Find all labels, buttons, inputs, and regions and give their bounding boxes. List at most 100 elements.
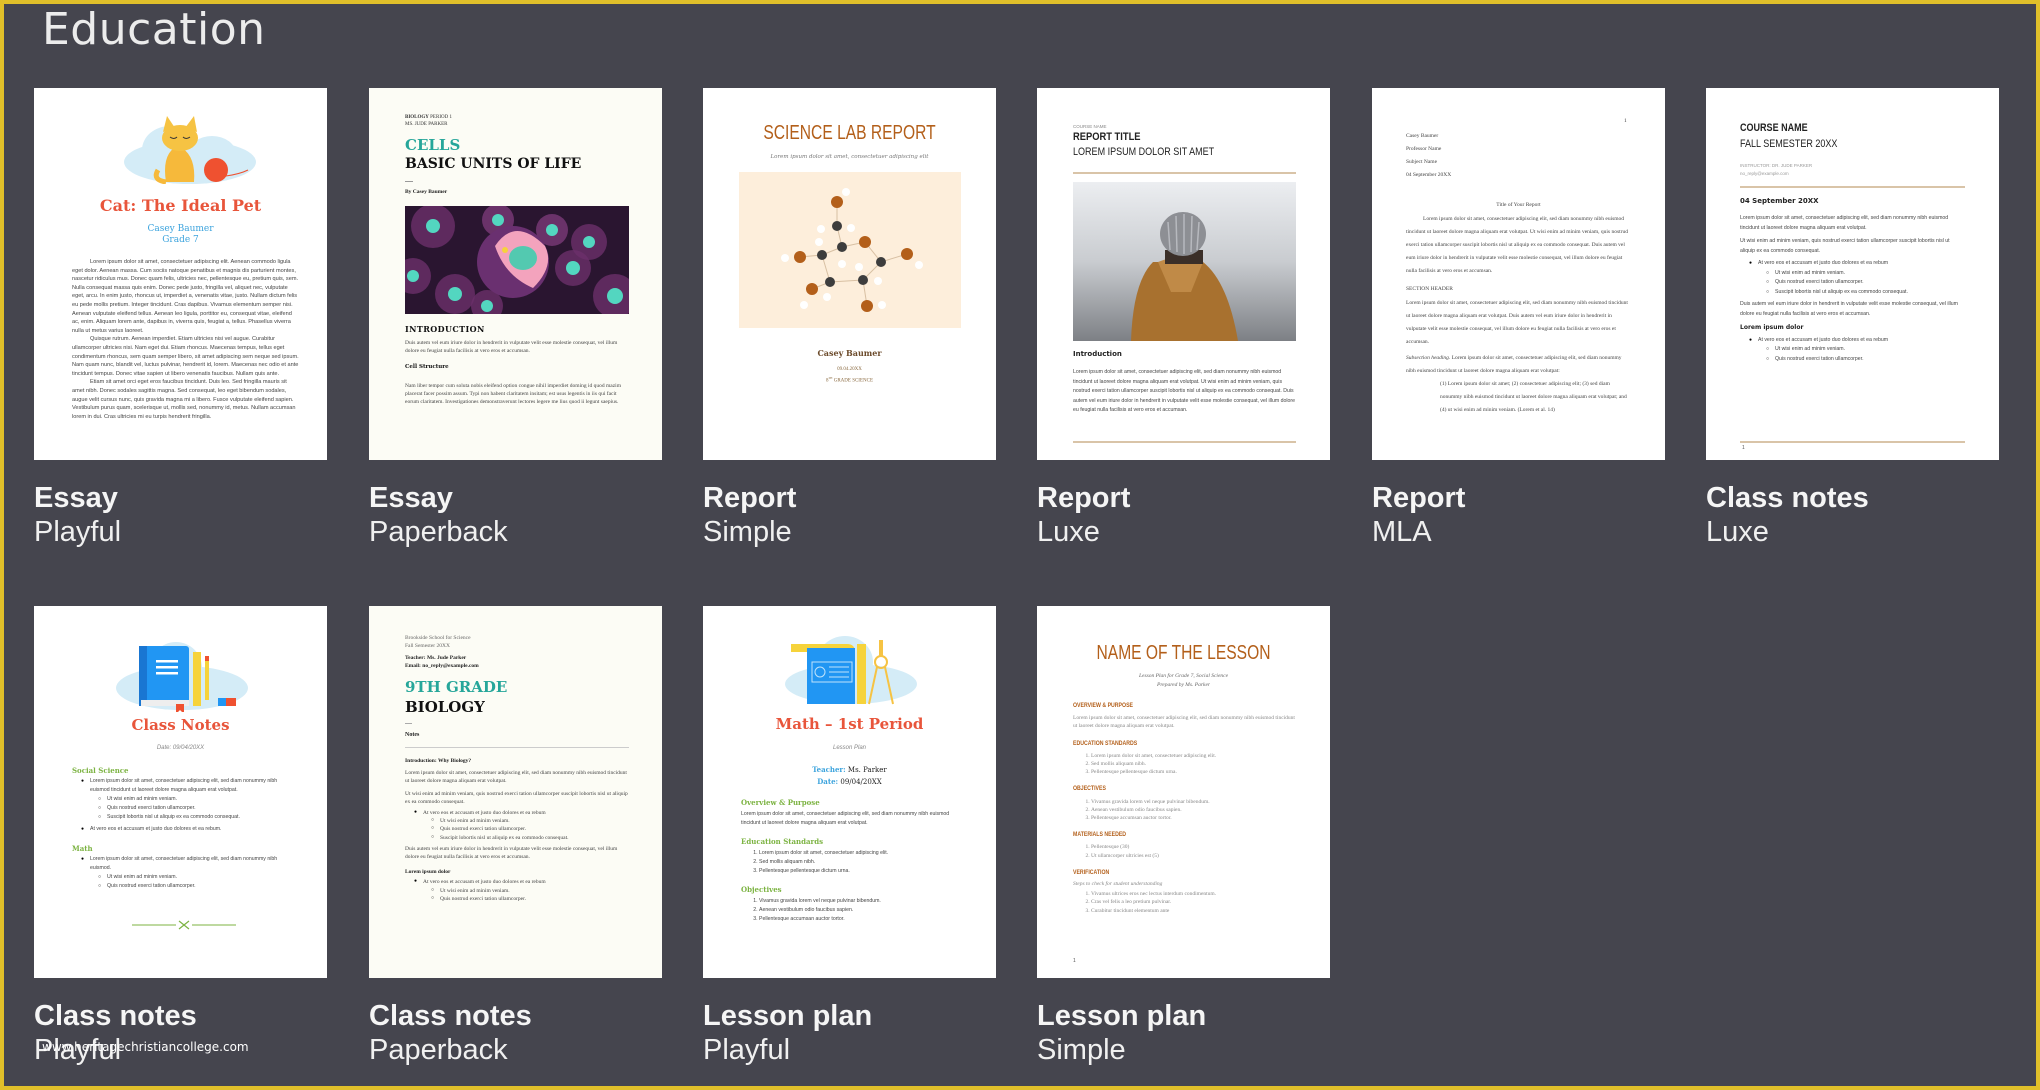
preview-heading: COURSE NAME [1740,122,1808,134]
template-subtitle: Simple [1037,1034,1126,1066]
preview-heading: Math – 1st Period [775,715,924,733]
template-card-class-notes-paperback[interactable]: Brookside School for Science Fall Semest… [369,606,662,1066]
molecule-illustration [739,172,961,328]
template-thumbnail[interactable]: COURSE NAME REPORT TITLE LOREM IPSUM DOL… [1037,88,1330,460]
page-number: 1 [1742,445,1745,451]
preview-heading-accent: 9TH GRADE [405,678,508,696]
divider [405,723,412,724]
template-card-lesson-plan-simple[interactable]: NAME OF THE LESSON Lesson Plan for Grade… [1037,606,1330,1066]
preview-grade: Grade 7 [162,235,199,245]
preview-date: Date: 09/04/20XX [156,745,205,751]
preview-body: Social Science Lorem ipsum dolor sit ame… [72,766,296,891]
preview-author: Casey Baumer [147,224,214,234]
divider [405,181,413,182]
preview-course: COURSE NAME [1073,124,1107,129]
template-thumbnail[interactable]: NAME OF THE LESSON Lesson Plan for Grade… [1037,606,1330,978]
preview-subheading: LOREM IPSUM DOLOR SIT AMET [1073,146,1215,158]
preview-date: Date: 09/04/20XX [817,777,882,786]
template-title: Lesson plan [703,1000,873,1032]
template-title: Class notes [34,1000,197,1032]
preview-class: 8TH GRADE SCIENCE [825,376,874,384]
template-subtitle: Simple [703,516,792,548]
math-illustration [783,632,919,706]
template-card-lesson-plan-playful[interactable]: Math – 1st Period Lesson Plan Teacher: M… [703,606,996,1066]
preview-body: Lorem ipsum dolor sit amet, consectetuer… [1740,214,1965,364]
cat-illustration [122,112,258,185]
watermark: www.heritagechristiancollege.com [42,1040,249,1054]
divider [405,747,629,748]
preview-text: Duis autem vel eum iriure dolor in hendr… [405,340,618,355]
preview-section: Introduction [1073,350,1122,358]
preview-tagline: Lorem ipsum dolor sit amet, consectetuer… [770,154,929,160]
divider-ornament [132,917,236,930]
template-title: Essay [369,482,453,514]
preview-text: Lorem ipsum dolor sit amet, consectetuer… [1073,369,1296,413]
preview-notes-label: Notes [405,732,420,738]
template-subtitle: Playful [34,516,122,548]
page-number: 1 [1073,958,1076,964]
preview-body: Introduction: Why Biology? Lorem ipsum d… [405,757,631,903]
template-card-essay-paperback[interactable]: BIOLOGY PERIOD 1 MS. JUDE PARKER CELLS B… [369,88,662,548]
template-subtitle: Paperback [369,1034,508,1066]
template-card-report-mla[interactable]: 1 Casey Baumer Professor Name Subject Na… [1372,88,1665,548]
preview-section: INTRODUCTION [405,324,485,334]
preview-date: 04 September 20XX [1740,197,1819,205]
template-thumbnail[interactable]: Math – 1st Period Lesson Plan Teacher: M… [703,606,996,978]
preview-sub1: Lesson Plan for Grade 7, Social Science [1138,673,1229,679]
preview-semester: Fall Semester 20XX [405,643,450,649]
preview-heading: NAME OF THE LESSON [1096,642,1271,664]
preview-course: BIOLOGY [405,115,429,120]
preview-heading-main: BIOLOGY [405,698,485,716]
template-thumbnail[interactable]: SCIENCE LAB REPORT Lorem ipsum dolor sit… [703,88,996,460]
person-photo [1073,182,1296,341]
preview-school: Brookside School for Science [405,635,471,641]
template-title: Essay [34,482,118,514]
preview-text: Lorem ipsum dolor sit amet, consectetuer… [1406,216,1628,274]
preview-sub2: Prepared by Ms. Parker [1156,682,1211,688]
template-title: Report [703,482,797,514]
preview-date: 09.04.20XX [837,367,862,372]
page-number: 1 [1624,118,1627,124]
preview-text: Nam liber tempor cum soluta nobis eleife… [405,383,621,406]
template-thumbnail[interactable]: Cat: The Ideal Pet Casey Baumer Grade 7 … [34,88,327,460]
preview-heading-main: BASIC UNITS OF LIFE [405,156,582,172]
template-thumbnail[interactable]: Class Notes Date: 09/04/20XX Social Scie… [34,606,327,978]
template-title: Report [1037,482,1131,514]
preview-body: OVERVIEW & PURPOSE Lorem ipsum dolor sit… [1073,702,1295,915]
preview-heading-accent: CELLS [405,136,461,154]
section-title: Education [42,4,266,55]
preview-quote: (1) Lorem ipsum dolor sit amet; (2) cons… [1440,381,1627,413]
template-card-report-luxe[interactable]: COURSE NAME REPORT TITLE LOREM IPSUM DOL… [1037,88,1330,548]
template-card-essay-playful[interactable]: Cat: The Ideal Pet Casey Baumer Grade 7 … [34,88,327,548]
template-thumbnail[interactable]: 1 Casey Baumer Professor Name Subject Na… [1372,88,1665,460]
preview-teacher: Teacher: Ms. Parker [812,765,887,774]
template-card-report-simple[interactable]: SCIENCE LAB REPORT Lorem ipsum dolor sit… [703,88,996,548]
template-title: Class notes [1706,482,1869,514]
preview-instructor: INSTRUCTOR: DR. JUDE PARKER [1740,163,1813,168]
preview-subsection: Cell Structure [405,364,449,370]
template-subtitle: Playful [703,1034,791,1066]
template-card-class-notes-luxe[interactable]: COURSE NAME FALL SEMESTER 20XX INSTRUCTO… [1706,88,1999,548]
cell-illustration [405,206,629,314]
preview-title: Title of Your Report [1496,202,1541,208]
template-thumbnail[interactable]: COURSE NAME FALL SEMESTER 20XX INSTRUCTO… [1706,88,1999,460]
preview-body: Lorem ipsum dolor sit amet, consectetuer… [72,259,299,420]
divider [1740,186,1965,188]
preview-body: Overview & Purpose Lorem ipsum dolor sit… [741,798,965,924]
divider [1740,441,1965,443]
divider [1073,441,1296,443]
template-subtitle: Luxe [1037,516,1100,548]
template-card-class-notes-playful[interactable]: Class Notes Date: 09/04/20XX Social Scie… [34,606,327,1066]
preview-teacher: MS. JUDE PARKER [405,122,448,127]
template-thumbnail[interactable]: Brookside School for Science Fall Semest… [369,606,662,978]
template-subtitle: Luxe [1706,516,1769,548]
divider [1073,172,1296,174]
template-thumbnail[interactable]: BIOLOGY PERIOD 1 MS. JUDE PARKER CELLS B… [369,88,662,460]
notebook-illustration [114,636,250,714]
preview-author: Casey Baumer [817,348,882,358]
preview-heading: Cat: The Ideal Pet [99,196,262,215]
preview-teacher: Teacher: Ms. Jude Parker [405,655,467,661]
template-title: Lesson plan [1037,1000,1207,1032]
template-title: Class notes [369,1000,532,1032]
preview-subheading: FALL SEMESTER 20XX [1740,138,1838,150]
